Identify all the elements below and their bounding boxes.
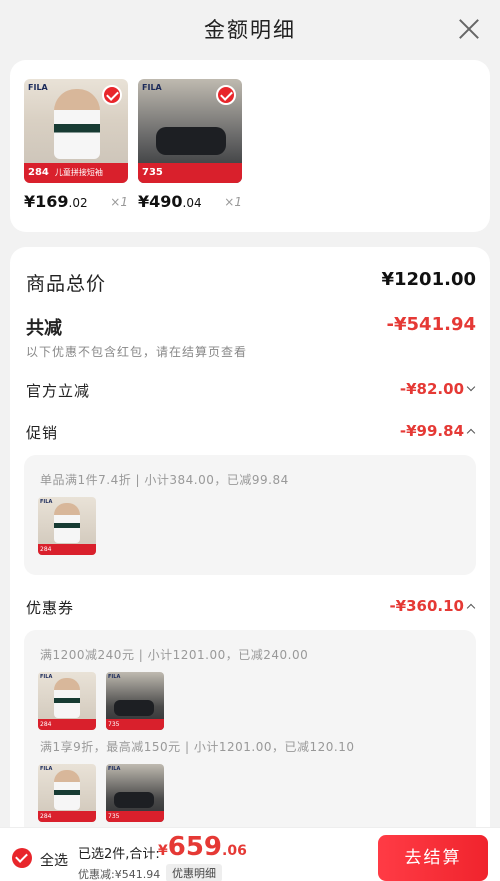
chevron-up-icon[interactable]	[466, 601, 476, 611]
thumb-badge: 735	[106, 811, 164, 822]
product-item[interactable]: FILA 284 儿童拼接短袖 ¥169.02 ×1	[24, 79, 128, 211]
discount-detail-button[interactable]: 优惠明细	[166, 864, 222, 881]
selection-summary: 已选2件,合计:	[78, 847, 160, 862]
thumb-figure	[54, 678, 80, 718]
promo-strip: 284 儿童拼接短袖	[24, 163, 128, 183]
thumb-figure	[114, 792, 154, 808]
official-value: -¥82.00	[400, 380, 476, 398]
product-thumbnail[interactable]: FILA 735	[106, 764, 164, 822]
checkout-button[interactable]: 去结算	[378, 835, 488, 881]
close-icon[interactable]	[458, 18, 480, 40]
checkout-bar: 全选 已选2件,合计: ¥659.06 优惠减:¥541.94 优惠明细 去结算	[0, 827, 500, 881]
brand-logo: FILA	[142, 83, 162, 92]
thumb-brand: FILA	[40, 499, 53, 505]
product-qty: ×1	[224, 195, 242, 209]
product-thumbnail[interactable]: FILA 284	[38, 764, 96, 822]
product-item[interactable]: FILA 735 ¥490.04 ×1	[138, 79, 242, 211]
product-price: ¥169.02	[24, 192, 88, 211]
amount-details-card: 商品总价 ¥1201.00 共减 -¥541.94 以下优惠不包含红包，请在结算…	[10, 247, 490, 881]
selected-check-icon[interactable]	[102, 85, 122, 105]
thumb-brand: FILA	[40, 766, 53, 772]
thumb-badge: 284	[38, 719, 96, 730]
official-label: 官方立减	[26, 382, 91, 400]
product-figure	[54, 89, 100, 159]
coupon-detail-text: 满1享9折，最高减150元 | 小计1201.00，已减120.10	[40, 740, 355, 754]
product-thumbnail[interactable]: FILA 284	[38, 672, 96, 730]
promo-value: -¥99.84	[400, 422, 476, 440]
thumb-figure	[114, 700, 154, 716]
chevron-down-icon[interactable]	[466, 384, 476, 394]
thumb-badge: 735	[106, 719, 164, 730]
total-value: ¥1201.00	[381, 269, 476, 290]
page-title: 金额明细	[204, 18, 296, 42]
thumb-brand: FILA	[40, 674, 53, 680]
product-thumbnail[interactable]: FILA 284	[38, 497, 96, 555]
coupon-value: -¥360.10	[389, 597, 476, 615]
header: 金额明细	[0, 0, 500, 60]
promo-detail-box: 单品满1件7.4折 | 小计384.00，已减99.84 FILA 284	[24, 455, 476, 575]
product-image[interactable]: FILA 735	[138, 79, 242, 183]
thumb-badge: 284	[38, 544, 96, 555]
coupon-detail-box: 满1200减240元 | 小计1201.00，已减240.00 FILA 284…	[24, 630, 476, 840]
thumb-badge: 284	[38, 811, 96, 822]
chevron-up-icon[interactable]	[466, 426, 476, 436]
promo-detail-text: 单品满1件7.4折 | 小计384.00，已减99.84	[40, 473, 289, 487]
thumb-brand: FILA	[108, 674, 121, 680]
brand-logo: FILA	[28, 83, 48, 92]
product-price: ¥490.04	[138, 192, 202, 211]
thumb-figure	[54, 770, 80, 810]
total-label: 商品总价	[26, 273, 107, 295]
total-price: ¥659.06	[158, 832, 247, 862]
product-badge: 735	[142, 167, 163, 178]
product-image[interactable]: FILA 284 儿童拼接短袖	[24, 79, 128, 183]
promo-strip: 735	[138, 163, 242, 183]
discount-note: 以下优惠不包含红包，请在结算页查看	[26, 345, 248, 359]
select-all-label[interactable]: 全选	[40, 850, 68, 870]
thumb-figure	[54, 503, 80, 543]
strip-text: 儿童拼接短袖	[54, 168, 103, 177]
product-figure	[156, 127, 226, 155]
coupon-detail-text: 满1200减240元 | 小计1201.00，已减240.00	[40, 648, 309, 662]
thumb-brand: FILA	[108, 766, 121, 772]
product-qty: ×1	[110, 195, 128, 209]
selected-check-icon[interactable]	[216, 85, 236, 105]
discount-label: 共减	[26, 318, 62, 339]
product-card: FILA 284 儿童拼接短袖 ¥169.02 ×1 FILA 735 ¥490.…	[10, 60, 490, 232]
promo-label: 促销	[26, 424, 59, 442]
saved-amount: 优惠减:¥541.94	[78, 868, 161, 881]
product-thumbnail[interactable]: FILA 735	[106, 672, 164, 730]
select-all-check-icon[interactable]	[12, 848, 32, 868]
product-badge: 284	[28, 167, 49, 178]
coupon-label: 优惠券	[26, 599, 75, 617]
discount-value: -¥541.94	[386, 314, 476, 335]
